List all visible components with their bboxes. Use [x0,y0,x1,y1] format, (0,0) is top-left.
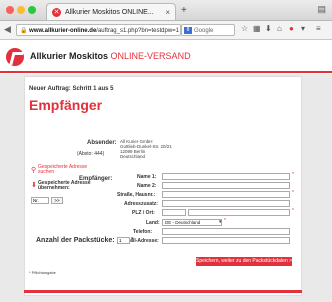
search-engine-icon: 8 [184,27,192,34]
phone-input[interactable] [162,228,290,235]
search-link-line2: suchen [38,169,55,175]
city-input[interactable] [188,209,290,216]
chevron-down-icon[interactable]: ▾ [219,219,222,225]
street-label: Straße, Hausnr.: [117,192,156,198]
zip-input[interactable] [162,209,186,216]
name1-required-mark: * [292,172,294,178]
url-host: www.allkurier-online.de [29,28,97,34]
window-menu-icon[interactable]: ▤ [317,4,326,15]
minimize-window-button[interactable] [17,6,25,14]
lock-icon: 🔒 [20,28,28,34]
phone-label: Telefon: [133,229,153,235]
name1-label: Name 1: [137,174,157,180]
name1-input[interactable] [162,173,290,180]
page-title: Empfänger [29,97,103,113]
sender-line: Deutschland [120,154,146,159]
step-title: Neuer Auftrag: Schritt 1 aus 5 [29,86,114,92]
brand-suffix: ONLINE-VERSAND [110,51,191,61]
addon-icon[interactable]: ● [289,24,294,33]
search-saved-address-link[interactable]: Gespeicherte Adresse suchen [38,165,87,175]
country-select[interactable]: DE - Deutschland [162,219,222,226]
sender-number: (Absto: 444) [77,151,105,157]
url-path: /auftrag_s1.php?bn=testdpw=1 [96,28,180,34]
bookmark-star-icon[interactable]: ☆ [241,24,248,33]
address-extra-label: Adresszusatz: [124,201,158,207]
zip-city-required-mark: * [292,208,294,214]
saved-address-number-input[interactable]: Nr. [31,197,49,204]
name2-input[interactable] [162,182,290,189]
menu-icon[interactable]: ≡ [316,24,321,33]
extension-icon[interactable]: ▾ [301,24,305,33]
required-note: * Pflichtangabe [29,270,56,275]
tab-close-icon[interactable]: × [165,4,170,20]
search-icon[interactable]: ⚲ [31,166,36,174]
package-count-label: Anzahl der Packstücke: [36,237,115,244]
home-icon[interactable]: ⌂ [277,24,282,33]
saved-address-go-button[interactable]: >> [51,197,63,204]
brand-title: Allkurier Moskitos ONLINE-VERSAND [30,51,191,61]
search-bar[interactable]: 8 Google [181,24,235,36]
sender-address: All Kurier GmbH Gottlieb-Dunkel-Str. 20/… [120,139,172,159]
address-extra-input[interactable] [162,200,290,207]
package-count-chevron-icon[interactable]: ▾ [131,236,134,242]
use-saved-address-label: Gespeicherte Adresse übernehmen: [38,181,91,191]
footer-divider [24,290,302,293]
back-button[interactable]: ◀ [4,24,11,35]
brand-name: Allkurier Moskitos [30,51,109,61]
name2-label: Name 2: [137,183,157,189]
country-required-mark: * [224,218,226,224]
save-continue-button[interactable]: Speichern, weiter zu den Packstückdaten … [196,257,295,266]
reading-list-icon[interactable]: ▦ [253,24,261,33]
package-count-select[interactable]: 1 [117,237,130,244]
zoom-window-button[interactable] [28,6,36,14]
brand-logo-icon [6,48,24,66]
street-required-mark: * [292,190,294,196]
browser-tab[interactable]: ✕ Allkurier Moskitos ONLINE... × [46,3,176,20]
sender-label: Absender: [87,140,117,146]
window-titlebar: ✕ Allkurier Moskitos ONLINE... × + ▤ [0,0,332,21]
saved-line2: übernehmen: [38,185,70,191]
new-tab-button[interactable]: + [181,5,187,16]
site-favicon-icon: ✕ [52,8,61,17]
street-input[interactable] [162,191,290,198]
download-icon[interactable]: ⬇ [265,24,272,33]
url-bar[interactable]: 🔒 www.allkurier-online.de/auftrag_s1.php… [16,24,181,36]
arrow-down-icon: ⬇ [31,182,37,189]
country-label: Land: [146,220,160,226]
tab-title: Allkurier Moskitos ONLINE... [65,9,154,16]
header-divider [0,71,332,73]
close-window-button[interactable] [6,6,14,14]
navigation-bar: ◀ 🔒 www.allkurier-online.de/auftrag_s1.p… [0,21,332,40]
zip-city-label: PLZ / Ort: [132,210,155,216]
search-placeholder: Google [194,28,214,34]
email-input[interactable] [162,237,290,244]
